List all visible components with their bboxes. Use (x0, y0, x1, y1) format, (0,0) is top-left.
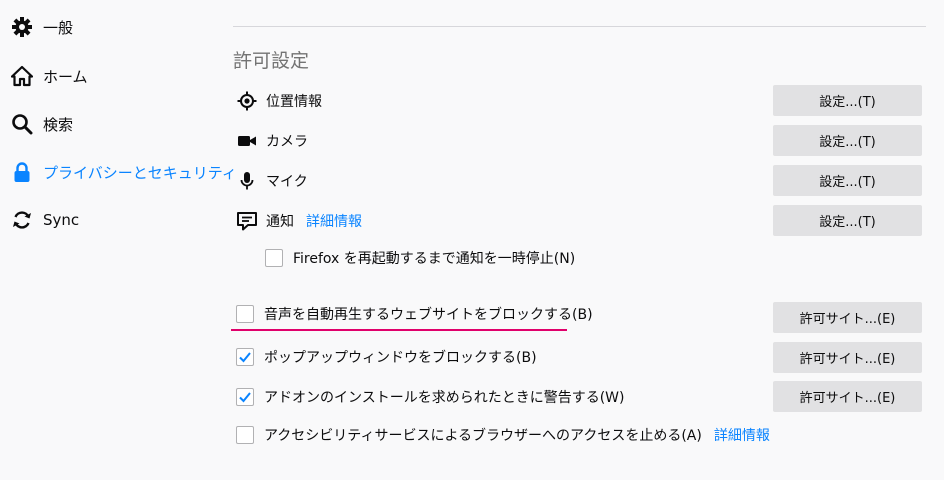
permission-label: マイク (266, 174, 308, 190)
checkbox-label: 音声を自動再生するウェブサイトをブロックする(B) (264, 307, 593, 323)
block-accessibility-checkbox[interactable] (236, 426, 254, 444)
notification-icon (236, 210, 258, 232)
search-icon (10, 112, 34, 136)
sidebar-item-label: プライバシーとセキュリティ (43, 163, 237, 182)
block-accessibility-option: アクセシビリティサービスによるブラウザーへのアクセスを止める(A) 詳細情報 (236, 423, 770, 447)
warn-addons-checkbox[interactable] (236, 388, 254, 406)
sidebar-item-label: Sync (43, 211, 80, 229)
gear-icon (10, 15, 34, 39)
microphone-settings-button[interactable]: 設定...(T) (773, 165, 922, 196)
permission-label: 通知 (266, 214, 294, 230)
checkbox-label: Firefox を再起動するまで通知を一時停止(N) (293, 251, 576, 267)
checkbox-label: ポップアップウィンドウをブロックする(B) (264, 350, 537, 366)
block-autoplay-option: 音声を自動再生するウェブサイトをブロックする(B) (236, 302, 593, 326)
pause-notifications-option: Firefox を再起動するまで通知を一時停止(N) (265, 246, 575, 270)
checkbox-label: アクセシビリティサービスによるブラウザーへのアクセスを止める(A) (264, 428, 702, 444)
highlight-underline (231, 329, 567, 331)
permission-row-camera: カメラ (236, 126, 308, 156)
notifications-learn-more-link[interactable]: 詳細情報 (306, 211, 362, 231)
camera-settings-button[interactable]: 設定...(T) (773, 125, 922, 156)
section-divider (233, 26, 926, 27)
sync-icon (10, 208, 34, 232)
sidebar-item-privacy-security[interactable]: プライバシーとセキュリティ (10, 156, 237, 188)
checkmark-icon (239, 352, 251, 363)
addons-exceptions-button[interactable]: 許可サイト...(E) (773, 381, 922, 412)
camera-icon (236, 130, 258, 152)
location-settings-button[interactable]: 設定...(T) (773, 85, 922, 116)
pause-notifications-checkbox[interactable] (265, 249, 283, 267)
sidebar-item-home[interactable]: ホーム (10, 60, 88, 92)
sidebar-item-label: ホーム (43, 67, 88, 86)
permission-row-microphone: マイク (236, 166, 308, 196)
permission-row-location: 位置情報 (236, 86, 322, 116)
checkbox-label: アドオンのインストールを求められたときに警告する(W) (264, 390, 625, 406)
permission-row-notifications: 通知 詳細情報 (236, 206, 362, 236)
permissions-title: 許可設定 (233, 50, 310, 72)
permission-label: カメラ (266, 134, 308, 150)
checkmark-icon (239, 392, 251, 403)
accessibility-learn-more-link[interactable]: 詳細情報 (714, 425, 770, 445)
autoplay-exceptions-button[interactable]: 許可サイト...(E) (773, 302, 922, 333)
notifications-settings-button[interactable]: 設定...(T) (773, 205, 922, 236)
sidebar-item-general[interactable]: 一般 (10, 11, 73, 43)
block-autoplay-checkbox[interactable] (236, 305, 254, 323)
sidebar-item-label: 検索 (43, 115, 74, 134)
sidebar-item-search[interactable]: 検索 (10, 108, 73, 140)
warn-addons-option: アドオンのインストールを求められたときに警告する(W) (236, 385, 625, 409)
home-icon (10, 64, 34, 88)
sidebar-item-label: 一般 (43, 18, 74, 37)
location-icon (236, 90, 258, 112)
block-popups-checkbox[interactable] (236, 348, 254, 366)
permission-label: 位置情報 (266, 94, 322, 110)
microphone-icon (236, 170, 258, 192)
popups-exceptions-button[interactable]: 許可サイト...(E) (773, 342, 922, 373)
block-popups-option: ポップアップウィンドウをブロックする(B) (236, 345, 537, 369)
lock-icon (10, 160, 34, 184)
sidebar-item-sync[interactable]: Sync (10, 204, 79, 236)
